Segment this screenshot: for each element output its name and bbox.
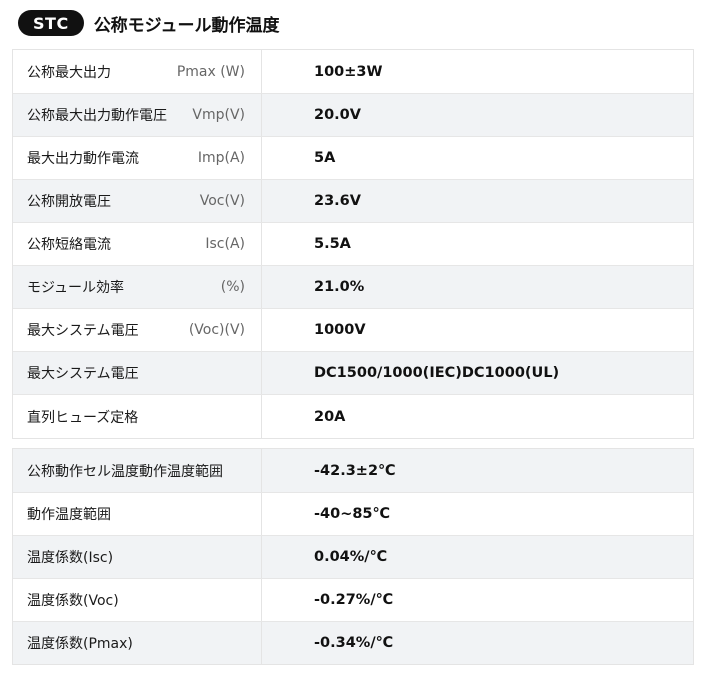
spec-unit: Pmax (W) <box>176 63 245 80</box>
spec-value: 5.5A <box>314 236 351 252</box>
spec-label-cell: 公称最大出力動作電圧 Vmp(V) <box>13 94 262 136</box>
spec-label-cell: 動作温度範囲 <box>13 493 262 535</box>
spec-value: DC1500/1000(IEC)DC1000(UL) <box>314 365 560 381</box>
spec-value: 5A <box>314 150 336 166</box>
spec-unit: (%) <box>220 279 245 295</box>
temperature-spec-table: 公称動作セル温度動作温度範囲 -42.3±2℃ 動作温度範囲 -40~85℃ 温… <box>12 448 694 665</box>
spec-row: 動作温度範囲 -40~85℃ <box>13 492 693 535</box>
spec-value: 20A <box>314 408 346 425</box>
spec-label: モジュール効率 <box>27 280 125 296</box>
spec-value: -0.27%/℃ <box>314 592 394 608</box>
spec-value: 20.0V <box>314 107 361 123</box>
spec-label-cell: 温度係数(Voc) <box>13 579 262 621</box>
spec-label: 温度係数(Voc) <box>27 593 119 609</box>
spec-label-cell: 直列ヒューズ定格 <box>13 395 262 438</box>
spec-label-cell: 最大システム電圧 (Voc)(V) <box>13 309 262 351</box>
spec-row: 温度係数(Voc) -0.27%/℃ <box>13 578 693 621</box>
spec-row: 最大システム電圧 (Voc)(V) 1000V <box>13 308 693 351</box>
spec-value: 1000V <box>314 322 366 338</box>
spec-label-cell: 公称動作セル温度動作温度範囲 <box>13 449 262 492</box>
spec-label: 公称動作セル温度動作温度範囲 <box>27 463 223 480</box>
spec-row: 公称動作セル温度動作温度範囲 -42.3±2℃ <box>13 449 693 492</box>
spec-label-cell: 最大システム電圧 <box>13 352 262 394</box>
spec-label: 公称開放電圧 <box>27 194 111 210</box>
spec-unit: Imp(A) <box>197 150 245 166</box>
spec-label: 温度係数(Isc) <box>27 550 114 566</box>
spec-label-cell: 公称短絡電流 Isc(A) <box>13 223 262 265</box>
spec-value: 23.6V <box>314 193 361 209</box>
spec-value: 0.04%/℃ <box>314 549 388 565</box>
stc-badge: STC <box>18 10 84 36</box>
spec-row: 温度係数(Isc) 0.04%/℃ <box>13 535 693 578</box>
section-title: 公称モジュール動作温度 <box>93 15 280 36</box>
spec-value: -40~85℃ <box>314 506 391 522</box>
spec-label-cell: 温度係数(Isc) <box>13 536 262 578</box>
spec-value: -0.34%/℃ <box>314 635 394 651</box>
spec-label: 最大システム電圧 <box>27 323 139 339</box>
spec-unit: Isc(A) <box>205 236 245 252</box>
spec-unit: Voc(V) <box>199 193 245 209</box>
spec-label-cell: 最大出力動作電流 Imp(A) <box>13 137 262 179</box>
spec-label: 動作温度範囲 <box>27 507 111 523</box>
spec-row: 公称開放電圧 Voc(V) 23.6V <box>13 179 693 222</box>
spec-row: 公称最大出力動作電圧 Vmp(V) 20.0V <box>13 93 693 136</box>
spec-row: モジュール効率 (%) 21.0% <box>13 265 693 308</box>
spec-label: 最大出力動作電流 <box>27 151 139 167</box>
spec-value: -42.3±2℃ <box>314 462 396 479</box>
spec-row: 公称最大出力 Pmax (W) 100±3W <box>13 50 693 93</box>
spec-row: 公称短絡電流 Isc(A) 5.5A <box>13 222 693 265</box>
spec-label-cell: 公称最大出力 Pmax (W) <box>13 50 262 93</box>
electrical-spec-table: 公称最大出力 Pmax (W) 100±3W 公称最大出力動作電圧 Vmp(V)… <box>12 49 694 439</box>
spec-row: 直列ヒューズ定格 20A <box>13 394 693 438</box>
spec-unit: Vmp(V) <box>192 107 245 123</box>
spec-label-cell: 温度係数(Pmax) <box>13 622 262 664</box>
spec-label: 公称最大出力動作電圧 <box>27 108 167 124</box>
spec-value: 100±3W <box>314 63 383 80</box>
spec-label: 公称短絡電流 <box>27 237 111 253</box>
spec-value: 21.0% <box>314 279 365 295</box>
spec-label-cell: 公称開放電圧 Voc(V) <box>13 180 262 222</box>
spec-label-cell: モジュール効率 (%) <box>13 266 262 308</box>
spec-row: 温度係数(Pmax) -0.34%/℃ <box>13 621 693 664</box>
spec-row: 最大システム電圧 DC1500/1000(IEC)DC1000(UL) <box>13 351 693 394</box>
spec-unit: (Voc)(V) <box>188 322 245 338</box>
section-header: STC 公称モジュール動作温度 <box>18 9 280 37</box>
spec-row: 最大出力動作電流 Imp(A) 5A <box>13 136 693 179</box>
spec-label: 温度係数(Pmax) <box>27 636 133 652</box>
spec-label: 直列ヒューズ定格 <box>27 409 139 426</box>
spec-label: 公称最大出力 <box>27 64 111 81</box>
spec-label: 最大システム電圧 <box>27 366 139 382</box>
